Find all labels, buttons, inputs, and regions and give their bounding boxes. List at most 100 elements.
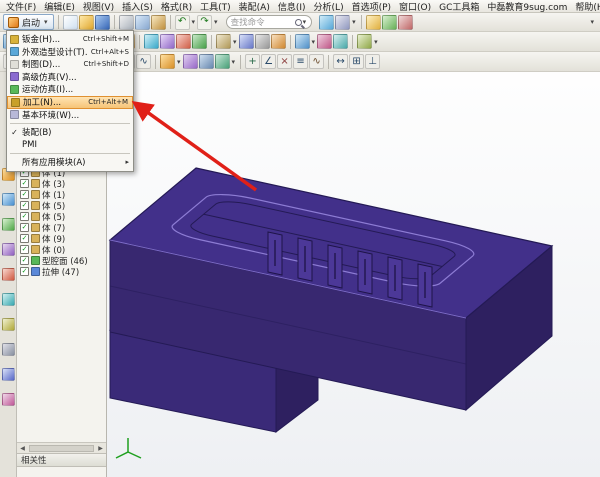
extrude-icon[interactable] [160,54,175,69]
cut-button[interactable] [119,15,134,30]
fit-view-icon[interactable] [144,34,159,49]
mirror-feature-icon[interactable]: ⊥ [365,54,380,69]
start-menu-item[interactable]: 加工(N)... Ctrl+Alt+M [7,96,133,109]
wcs-dynamics-icon[interactable] [271,34,286,49]
menubar-menu[interactable]: 工具(T) [196,0,235,13]
navigator-hscrollbar[interactable]: ◀ ▶ [17,442,106,453]
part-navigator-icon[interactable] [2,218,15,231]
menubar-menu[interactable]: 插入(S) [118,0,157,13]
menubar-menu[interactable]: 窗口(O) [395,0,435,13]
checkbox-checked-icon[interactable]: ✓ [20,267,29,276]
web-browser-icon[interactable] [2,293,15,306]
history-icon[interactable] [2,318,15,331]
command-finder-button[interactable] [366,15,381,30]
menubar-menu[interactable]: 编辑(E) [40,0,79,13]
start-menu-toggle-item[interactable]: PMI [7,139,133,152]
help-button[interactable] [398,15,413,30]
reuse-library-icon[interactable] [2,243,15,256]
pattern-feature-icon[interactable]: ⊞ [349,54,364,69]
undo-button[interactable]: ↶ [175,15,190,30]
navigator-row[interactable]: ✓ 体 (5) [17,200,106,211]
menubar-menu[interactable]: 中磊教育9sug.com [483,0,571,13]
menubar-menu[interactable]: 装配(A) [235,0,274,13]
navigator-row[interactable]: ✓ 体 (7) [17,222,106,233]
layer-settings-icon[interactable] [255,34,270,49]
move-object-icon[interactable]: ↔ [333,54,348,69]
snapshot-icon[interactable] [333,34,348,49]
menubar-menu[interactable]: 格式(R) [157,0,196,13]
checkbox-checked-icon[interactable]: ✓ [20,256,29,265]
rotate-view-icon[interactable] [192,34,207,49]
open-file-button[interactable] [79,15,94,30]
start-menu-item[interactable]: 高级仿真(V)... [7,71,133,84]
checkbox-checked-icon[interactable]: ✓ [20,201,29,210]
zoom-icon[interactable] [160,34,175,49]
offset-surface-icon[interactable]: ≡ [293,54,308,69]
start-menu-item[interactable]: 外观造型设计(T)... Ctrl+Alt+S [7,46,133,59]
search-input[interactable] [231,17,293,27]
new-file-button[interactable] [63,15,78,30]
checkbox-checked-icon[interactable]: ✓ [20,245,29,254]
edge-blend-icon[interactable]: + [245,54,260,69]
through-curves-icon[interactable]: ∿ [309,54,324,69]
redo-button[interactable]: ↷ [197,15,212,30]
navigator-row[interactable]: ✓ 体 (0) [17,244,106,255]
dependencies-panel-header[interactable]: 相关性 [17,453,106,467]
toolbar-options-caret[interactable]: ▾ [590,18,596,26]
touch-mode-button[interactable] [319,15,334,30]
navigator-row[interactable]: ✓ 体 (9) [17,233,106,244]
start-menu-item[interactable]: 制图(D)... Ctrl+Shift+D [7,58,133,71]
edit-object-display-icon[interactable] [239,34,254,49]
command-finder[interactable]: ▾ [226,15,313,29]
all-applications-item[interactable]: 所有应用模块(A) ▸ [7,156,133,169]
checkbox-checked-icon[interactable]: ✓ [20,234,29,243]
menubar-menu[interactable]: GC工具箱 [435,0,483,13]
process-studio-icon[interactable] [2,368,15,381]
menubar-menu[interactable]: 帮助(H) [571,0,600,13]
roles-icon[interactable] [2,393,15,406]
menubar-menu[interactable]: 视图(V) [79,0,118,13]
trim-body-icon[interactable]: × [277,54,292,69]
unite-boolean-icon[interactable] [215,54,230,69]
search-icon[interactable] [295,19,302,26]
copy-button[interactable] [135,15,150,30]
system-materials-icon[interactable] [2,343,15,356]
display-mode-icon[interactable] [357,34,372,49]
start-menu-item[interactable]: 基本环境(W)... [7,109,133,122]
hole-icon[interactable] [199,54,214,69]
navigator-row[interactable]: ✓ 体 (5) [17,211,106,222]
checkbox-checked-icon[interactable]: ✓ [20,212,29,221]
constraint-navigator-icon[interactable] [2,193,15,206]
menubar-menu[interactable]: 首选项(P) [348,0,395,13]
measure-distance-icon[interactable] [295,34,310,49]
navigator-row[interactable]: ✓ 拉伸 (47) [17,266,106,277]
checkbox-checked-icon[interactable]: ✓ [20,179,29,188]
spline-icon[interactable]: ∿ [136,54,151,69]
window-button[interactable] [335,15,350,30]
start-menu-button[interactable]: 启动 ▾ [3,14,54,30]
checkbox-checked-icon[interactable]: ✓ [20,190,29,199]
scroll-left-arrow[interactable]: ◀ [17,445,28,452]
revolve-icon[interactable] [183,54,198,69]
section-view-icon[interactable] [317,34,332,49]
chamfer-icon[interactable]: ∠ [261,54,276,69]
save-button[interactable] [95,15,110,30]
show-hide-icon[interactable] [216,34,231,49]
menubar-menu[interactable]: 文件(F) [2,0,40,13]
navigator-row[interactable]: ✓ 型腔面 (46) [17,255,106,266]
hd3d-tools-icon[interactable] [2,268,15,281]
start-menu-item[interactable]: 运动仿真(I)... [7,83,133,96]
graphics-viewport[interactable] [107,72,600,477]
scroll-track[interactable] [29,445,94,452]
start-menu-item[interactable]: 钣金(H)... Ctrl+Shift+M [7,33,133,46]
navigator-row[interactable]: ✓ 体 (1) [17,189,106,200]
paste-button[interactable] [151,15,166,30]
checkbox-checked-icon[interactable]: ✓ [20,223,29,232]
menubar-menu[interactable]: 信息(I) [274,0,310,13]
menubar-menu[interactable]: 分析(L) [310,0,348,13]
navigator-row[interactable]: ✓ 体 (3) [17,178,106,189]
current-dialog-button[interactable] [382,15,397,30]
start-menu-toggle-item[interactable]: ✓ 装配(B) [7,126,133,139]
pan-icon[interactable] [176,34,191,49]
scroll-right-arrow[interactable]: ▶ [95,445,106,452]
